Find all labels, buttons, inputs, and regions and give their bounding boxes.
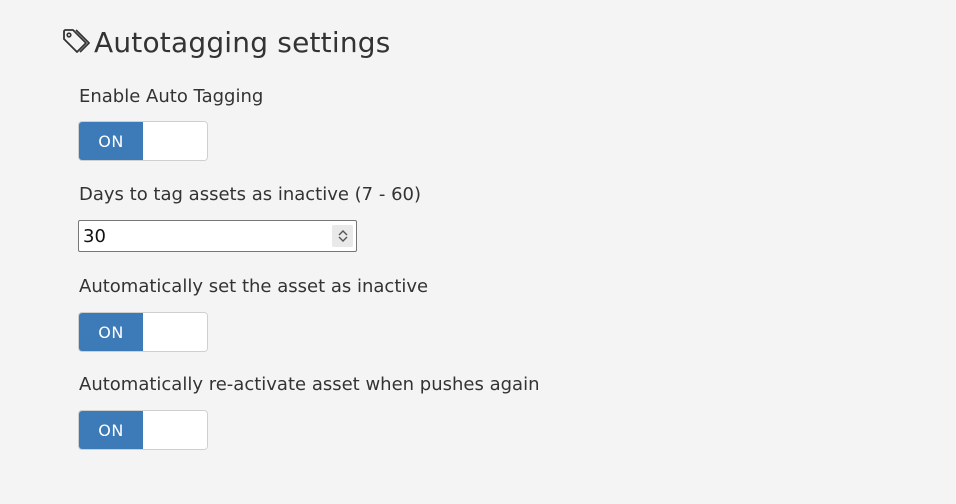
enable-auto-tagging-toggle[interactable]: ON bbox=[78, 121, 208, 161]
toggle-off-area bbox=[143, 313, 207, 351]
auto-reactivate-toggle[interactable]: ON bbox=[78, 410, 208, 450]
auto-set-inactive-label: Automatically set the asset as inactive bbox=[79, 276, 429, 297]
auto-set-inactive-toggle[interactable]: ON bbox=[78, 312, 208, 352]
toggle-on-label: ON bbox=[79, 313, 143, 351]
days-inactive-label: Days to tag assets as inactive (7 - 60) bbox=[79, 184, 421, 205]
spinner-down-icon[interactable] bbox=[338, 236, 348, 243]
auto-reactivate-label: Automatically re-activate asset when pus… bbox=[79, 374, 540, 395]
toggle-off-area bbox=[143, 411, 207, 449]
autotagging-settings-page: Autotagging settings Enable Auto Tagging… bbox=[0, 0, 956, 504]
toggle-off-area bbox=[143, 122, 207, 160]
spinner-up-icon[interactable] bbox=[338, 229, 348, 236]
enable-auto-tagging-label: Enable Auto Tagging bbox=[79, 86, 264, 107]
section-heading: Autotagging settings bbox=[61, 22, 391, 62]
toggle-on-label: ON bbox=[79, 122, 143, 160]
days-inactive-field-wrapper bbox=[78, 220, 357, 252]
toggle-on-label: ON bbox=[79, 411, 143, 449]
page-title: Autotagging settings bbox=[94, 25, 391, 59]
number-spinner[interactable] bbox=[332, 225, 353, 247]
tag-icon bbox=[61, 26, 93, 58]
days-inactive-input[interactable] bbox=[79, 222, 323, 250]
